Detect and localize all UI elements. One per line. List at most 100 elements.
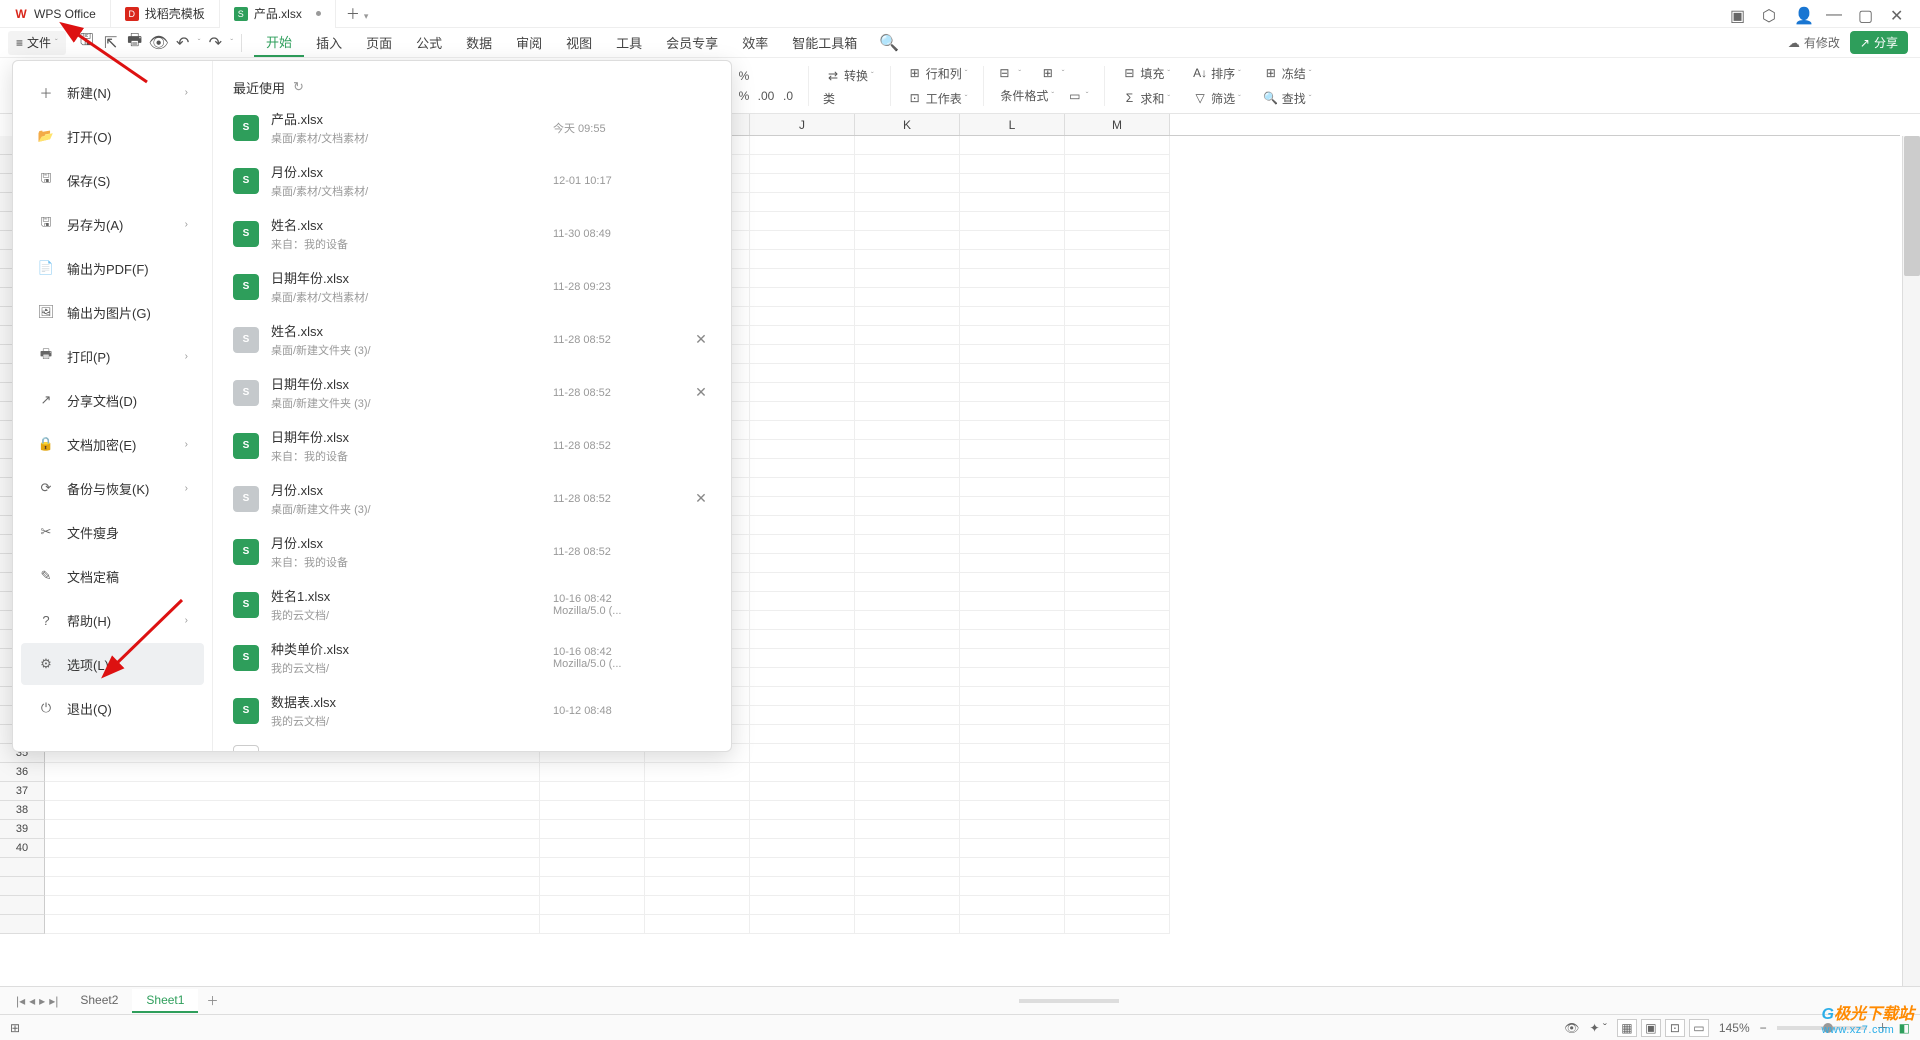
row-header[interactable] — [0, 877, 45, 896]
row-header[interactable]: 36 — [0, 763, 45, 782]
column-header[interactable]: L — [960, 114, 1065, 135]
scrollbar-thumb[interactable] — [1904, 136, 1920, 276]
add-sheet-button[interactable]: ＋ — [198, 992, 226, 1009]
row-header[interactable]: 37 — [0, 782, 45, 801]
settings-icon[interactable]: ✦ ˇ — [1590, 1021, 1607, 1035]
merge-icon[interactable]: ⊟ — [996, 65, 1012, 81]
sort-button[interactable]: A↓排序ˇ — [1188, 63, 1245, 84]
convert-button[interactable]: ⇄转换ˇ — [821, 65, 878, 86]
recent-file-item[interactable]: S 姓名.xlsx来自：我的设备 11-30 08:49 — [213, 207, 731, 260]
sum-button[interactable]: Σ求和ˇ — [1117, 88, 1174, 109]
ribbon-tab-工具[interactable]: 工具 — [604, 28, 654, 57]
find-button[interactable]: 🔍查找ˇ — [1259, 88, 1316, 109]
ribbon-tab-公式[interactable]: 公式 — [404, 28, 454, 57]
ribbon-tab-数据[interactable]: 数据 — [454, 28, 504, 57]
file-menu-item[interactable]: 🖼输出为图片(G) — [21, 291, 204, 333]
row-header[interactable] — [0, 896, 45, 915]
recent-file-item[interactable]: S 月份.xlsx来自：我的设备 11-28 08:52 — [213, 525, 731, 578]
eye-icon[interactable]: 👁 — [1564, 1021, 1579, 1035]
recent-file-item[interactable]: S 数据表.xlsx我的云文档/ 10-12 08:48 — [213, 684, 731, 737]
sheet-nav[interactable]: |◂◂▸▸| — [8, 994, 66, 1008]
file-menu-item[interactable]: ＋新建(N)› — [21, 71, 204, 113]
rowcol-button[interactable]: ⊞行和列ˇ — [903, 63, 972, 84]
file-menu-item[interactable]: 🖶打印(P)› — [21, 335, 204, 377]
file-menu-item[interactable]: ✎文档定稿 — [21, 555, 204, 597]
layout-icon[interactable]: ▣ — [1730, 6, 1746, 22]
zoom-label[interactable]: 145% — [1719, 1021, 1750, 1035]
recent-file-item[interactable]: S 日期年份.xlsx桌面/新建文件夹 (3)/ 11-28 08:52 ✕ — [213, 366, 731, 419]
comma-icon[interactable]: % — [736, 88, 752, 104]
file-menu-item[interactable]: 🔒文档加密(E)› — [21, 423, 204, 465]
file-menu-item[interactable]: ✂文件瘦身 — [21, 511, 204, 553]
tab-document[interactable]: S 产品.xlsx — [220, 0, 336, 28]
cube-icon[interactable]: ⬡ — [1762, 6, 1778, 22]
file-menu-item[interactable]: ⟳备份与恢复(K)› — [21, 467, 204, 509]
print-icon[interactable]: 🖶 — [126, 34, 144, 52]
close-icon[interactable]: ✕ — [1890, 6, 1906, 22]
row-header[interactable] — [0, 915, 45, 934]
ribbon-tab-插入[interactable]: 插入 — [304, 28, 354, 57]
file-menu-item[interactable]: ⚙选项(L) — [21, 643, 204, 685]
remove-recent-icon[interactable]: ✕ — [691, 489, 711, 509]
tab-add-button[interactable]: ＋▾ — [336, 4, 379, 24]
column-header[interactable]: J — [750, 114, 855, 135]
row-header[interactable]: 40 — [0, 839, 45, 858]
filter-button[interactable]: ▽筛选ˇ — [1188, 88, 1245, 109]
ribbon-tab-效率[interactable]: 效率 — [730, 28, 780, 57]
recent-file-item[interactable]: S 产品.xlsx桌面/素材/文档素材/ 今天 09:55 — [213, 101, 731, 154]
recent-file-item[interactable]: S 种类单价.xlsx我的云文档/ 10-16 08:42Mozilla/5.0… — [213, 631, 731, 684]
dec-decimal-icon[interactable]: .0 — [780, 88, 796, 104]
row-header[interactable]: 38 — [0, 801, 45, 820]
redo-icon[interactable]: ↷ — [206, 34, 224, 52]
ribbon-tab-视图[interactable]: 视图 — [554, 28, 604, 57]
recent-file-item[interactable]: S 日期年份.xlsx桌面/素材/文档素材/ 11-28 09:23 — [213, 260, 731, 313]
ribbon-tab-审阅[interactable]: 审阅 — [504, 28, 554, 57]
export-icon[interactable]: ⇱ — [102, 34, 120, 52]
recent-file-item[interactable]: S 月份.xlsx桌面/素材/文档素材/ 12-01 10:17 — [213, 154, 731, 207]
file-menu-item[interactable]: ⏻退出(Q) — [21, 687, 204, 729]
file-menu-item[interactable]: 🖫另存为(A)› — [21, 203, 204, 245]
remove-recent-icon[interactable]: ✕ — [691, 330, 711, 350]
changes-indicator[interactable]: ☁ 有修改 — [1788, 34, 1840, 51]
file-menu-item[interactable]: 📄输出为PDF(F) — [21, 247, 204, 289]
tab-wps[interactable]: W WPS Office — [0, 0, 111, 28]
mode-icon[interactable]: ⊞ — [10, 1021, 20, 1035]
minimize-icon[interactable]: ― — [1826, 6, 1842, 22]
refresh-icon[interactable]: ↻ — [293, 79, 304, 95]
view-break-icon[interactable]: ⊡ — [1665, 1019, 1685, 1037]
border-icon[interactable]: ⊞ — [1040, 65, 1056, 81]
column-header[interactable]: M — [1065, 114, 1170, 135]
recent-file-item[interactable]: ▫ 数据表.dbt 09-22 10:58 — [213, 737, 731, 751]
recent-file-item[interactable]: S 姓名.xlsx桌面/新建文件夹 (3)/ 11-28 08:52 ✕ — [213, 313, 731, 366]
tab-templates[interactable]: D 找稻壳模板 — [111, 0, 220, 28]
cell-style-icon[interactable]: ▭ — [1067, 88, 1083, 104]
file-menu-button[interactable]: ≡ 文件 ˇ — [8, 31, 66, 55]
file-menu-item[interactable]: ?帮助(H)› — [21, 599, 204, 641]
recent-file-item[interactable]: S 日期年份.xlsx来自：我的设备 11-28 08:52 — [213, 419, 731, 472]
type-icon[interactable]: 类 — [821, 90, 837, 106]
ribbon-tab-智能工具箱[interactable]: 智能工具箱 — [780, 28, 869, 57]
maximize-icon[interactable]: ▢ — [1858, 6, 1874, 22]
preview-icon[interactable]: 👁 — [150, 34, 168, 52]
column-header[interactable]: K — [855, 114, 960, 135]
user-avatar-icon[interactable]: 👤 — [1794, 6, 1810, 22]
recent-file-item[interactable]: S 月份.xlsx桌面/新建文件夹 (3)/ 11-28 08:52 ✕ — [213, 472, 731, 525]
sheet-tab[interactable]: Sheet2 — [66, 989, 132, 1013]
file-menu-item[interactable]: 📂打开(O) — [21, 115, 204, 157]
sheet-tab[interactable]: Sheet1 — [132, 989, 198, 1013]
save-icon[interactable]: 🖫 — [78, 34, 96, 52]
percent-icon[interactable]: % — [736, 68, 752, 84]
worksheet-button[interactable]: ⊡工作表ˇ — [903, 88, 972, 109]
inc-decimal-icon[interactable]: .00 — [758, 88, 774, 104]
row-header[interactable]: 39 — [0, 820, 45, 839]
share-button[interactable]: ↗ 分享 — [1850, 31, 1908, 54]
recent-file-item[interactable]: S 姓名1.xlsx我的云文档/ 10-16 08:42Mozilla/5.0 … — [213, 578, 731, 631]
remove-recent-icon[interactable]: ✕ — [691, 383, 711, 403]
ribbon-tab-会员专享[interactable]: 会员专享 — [654, 28, 730, 57]
row-header[interactable] — [0, 858, 45, 877]
fill-button[interactable]: ⊟填充ˇ — [1117, 63, 1174, 84]
freeze-button[interactable]: ⊞冻结ˇ — [1259, 63, 1316, 84]
vertical-scrollbar[interactable] — [1902, 136, 1920, 986]
view-page-icon[interactable]: ▣ — [1641, 1019, 1661, 1037]
ribbon-tab-页面[interactable]: 页面 — [354, 28, 404, 57]
